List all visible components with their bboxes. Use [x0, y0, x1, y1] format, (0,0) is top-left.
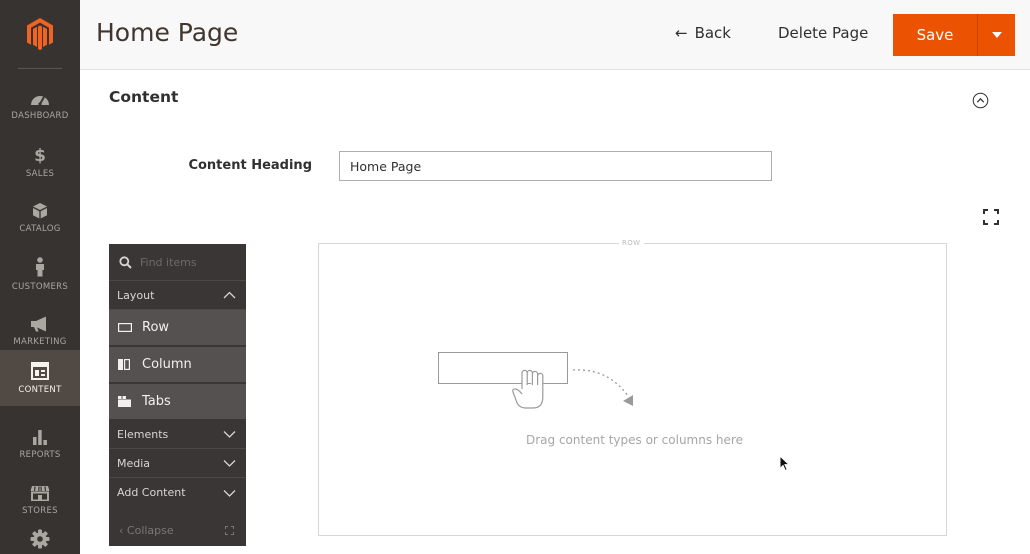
panel-group-media[interactable]: Media [109, 449, 246, 478]
panel-group-label: Layout [117, 288, 155, 302]
nav-item-label: STORES [22, 505, 58, 516]
chevron-left-icon: ‹ [119, 524, 124, 537]
caret-down-icon [991, 32, 1002, 38]
panel-collapse-button[interactable]: ‹ Collapse [109, 515, 246, 546]
nav-item-label: MARKETING [13, 336, 67, 347]
box-icon [33, 203, 47, 219]
drop-hint-text: Drag content types or columns here [526, 433, 743, 447]
search-placeholder: Find items [140, 255, 197, 269]
panel-group-layout[interactable]: Layout [109, 281, 246, 310]
nav-item-stores[interactable]: STORES [0, 472, 80, 528]
arrow-left-icon: ← [675, 24, 688, 42]
nav-item-label: REPORTS [19, 449, 61, 460]
nav-item-sales[interactable]: $ SALES [0, 134, 80, 190]
panel-group-label: Add Content [117, 486, 186, 499]
logo-divider [18, 68, 62, 69]
megaphone-icon [31, 316, 46, 331]
dashboard-icon [31, 95, 49, 106]
save-button[interactable]: Save [893, 14, 977, 56]
svg-text:$: $ [34, 146, 46, 164]
chevron-down-icon [223, 489, 236, 497]
section-title[interactable]: Content [109, 88, 178, 106]
panel-item-tabs[interactable]: Tabs [109, 384, 246, 420]
nav-item-customers[interactable]: CUSTOMERS [0, 246, 80, 302]
admin-sidebar: DASHBOARD $ SALES CATALOG CUSTOMERS MARK… [0, 0, 80, 554]
nav-item-dashboard[interactable]: DASHBOARD [0, 78, 80, 134]
nav-item-label: CATALOG [19, 224, 61, 234]
nav-item-label: CONTENT [18, 384, 62, 395]
layout-icon [31, 361, 49, 380]
search-icon [119, 255, 132, 269]
find-items-search[interactable]: Find items [109, 244, 246, 281]
page-builder-stage[interactable]: ROW Drag content types or columns here [318, 239, 947, 536]
nav-item-label: CUSTOMERS [11, 281, 69, 292]
content-heading-input[interactable] [339, 151, 772, 181]
chevron-up-icon [223, 291, 236, 299]
page-builder-panel: Find items Layout Row Column Tabs Elemen… [109, 244, 246, 546]
save-options-toggle[interactable] [977, 14, 1015, 56]
row-icon [118, 323, 134, 332]
nav-item-reports[interactable]: REPORTS [0, 416, 80, 472]
panel-item-label: Tabs [142, 394, 171, 409]
chevron-down-icon [223, 460, 236, 467]
nav-item-label: SALES [25, 168, 55, 179]
panel-group-elements[interactable]: Elements [109, 420, 246, 449]
fullscreen-button[interactable] [983, 209, 999, 225]
panel-item-row[interactable]: Row [109, 310, 246, 346]
gear-icon [30, 529, 50, 549]
back-button-label: Back [694, 24, 731, 42]
tabs-icon [118, 396, 134, 407]
nav-item-catalog[interactable]: CATALOG [0, 190, 80, 246]
column-icon [118, 359, 134, 370]
panel-group-label: Media [117, 456, 151, 470]
nav-item-system[interactable] [0, 525, 80, 554]
chevron-down-icon [223, 431, 236, 438]
person-icon [36, 256, 44, 276]
panel-group-label: Elements [117, 427, 169, 441]
content-heading-label: Content Heading [188, 158, 312, 173]
delete-page-button[interactable]: Delete Page [778, 24, 868, 42]
dollar-icon: $ [34, 146, 46, 164]
fullscreen-icon [983, 209, 999, 225]
magento-logo-icon [27, 18, 53, 50]
page-title: Home Page [96, 18, 239, 47]
drag-drop-illustration-icon [438, 352, 633, 409]
page-header: Home Page ← Back Delete Page Save [80, 0, 1030, 70]
bar-chart-icon [33, 429, 47, 445]
collapse-label: Collapse [126, 524, 174, 537]
nav-item-label: DASHBOARD [11, 110, 69, 121]
chevron-up-circle-icon [972, 92, 989, 109]
panel-item-label: Column [142, 357, 192, 372]
row-label: ROW [619, 239, 644, 247]
mouse-cursor-icon [779, 455, 790, 472]
back-button[interactable]: ← Back [675, 24, 731, 42]
panel-item-label: Row [142, 320, 170, 335]
panel-group-add-content[interactable]: Add Content [109, 478, 246, 507]
panel-item-column[interactable]: Column [109, 347, 246, 383]
nav-item-content[interactable]: CONTENT [0, 350, 80, 406]
store-icon [30, 485, 50, 501]
expand-icon [225, 526, 234, 535]
magento-logo[interactable] [0, 0, 80, 68]
section-collapse-button[interactable] [972, 92, 989, 109]
